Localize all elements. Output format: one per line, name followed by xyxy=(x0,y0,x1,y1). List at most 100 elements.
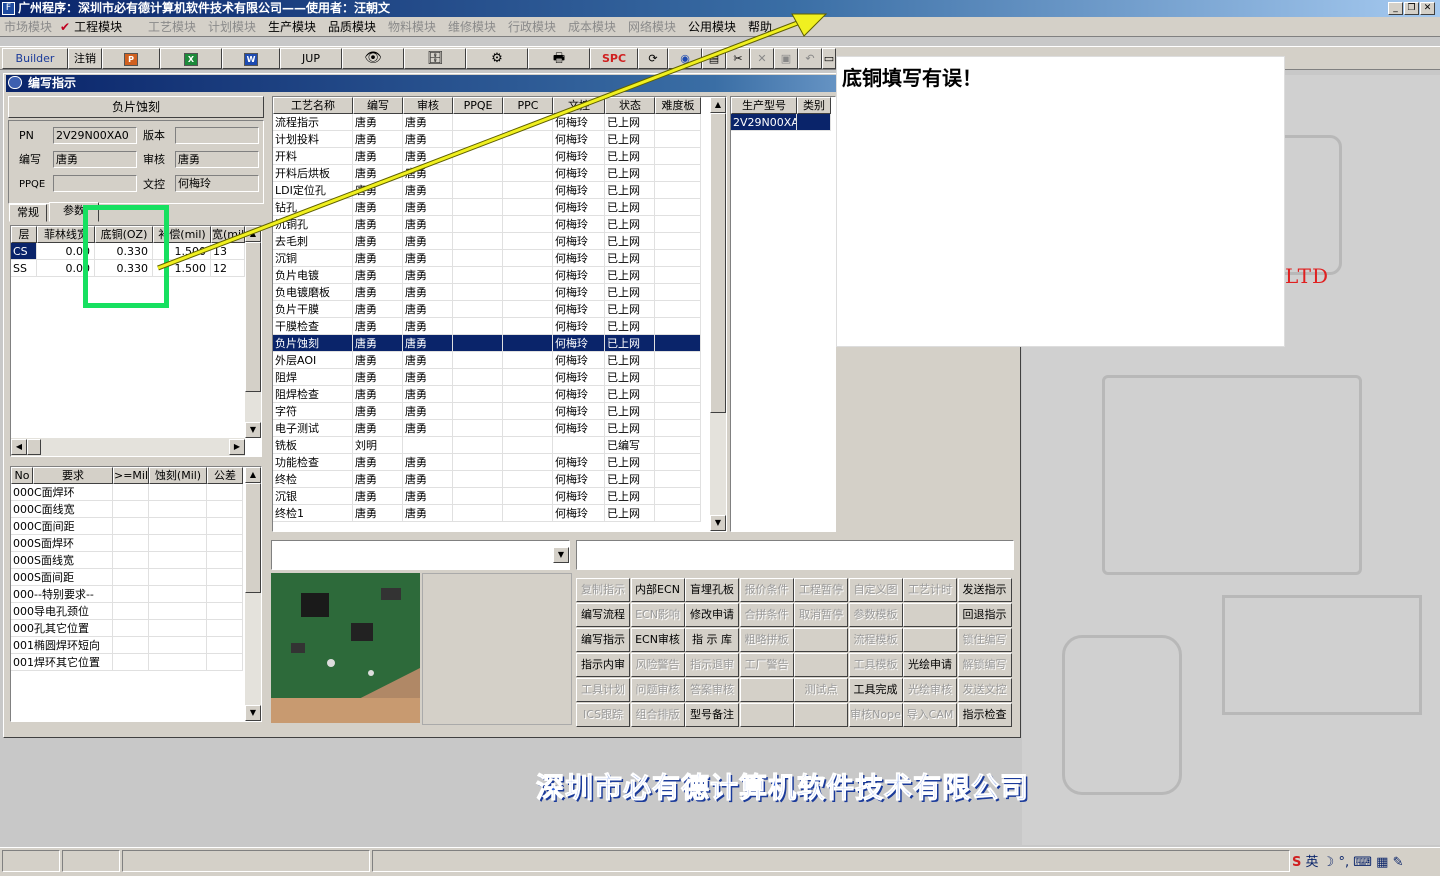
action-button-2-2[interactable]: 指 示 库 xyxy=(685,628,739,652)
grid-header-1[interactable]: 编写 xyxy=(353,97,403,114)
close-button[interactable]: ✕ xyxy=(1420,2,1435,15)
table-row[interactable]: 铣板 刘明 已编写 xyxy=(273,437,701,454)
menu-item-4[interactable]: 生产模块 xyxy=(268,19,316,35)
table-row[interactable]: 001焊环其它位置 xyxy=(11,654,243,671)
pn-field[interactable]: 2V29N00XA0 xyxy=(53,127,137,144)
action-button-4-4[interactable]: 测试点 xyxy=(794,678,848,702)
scroll-down-button[interactable]: ▼ xyxy=(245,422,261,438)
grid-header-2[interactable]: >=Mil xyxy=(113,467,149,484)
action-button-0-6[interactable]: 工艺计时 xyxy=(903,578,957,602)
action-button-3-2[interactable]: 指示退审 xyxy=(685,653,739,677)
action-button-2-5[interactable]: 流程模板 xyxy=(848,628,903,652)
table-row[interactable]: 000C面间距 xyxy=(11,518,243,535)
scroll-thumb[interactable] xyxy=(710,113,726,413)
action-button-4-1[interactable]: 问题审核 xyxy=(630,678,685,702)
grid-header-4[interactable]: 宽(mil) xyxy=(211,226,245,243)
table-row[interactable]: 000孔其它位置 xyxy=(11,620,243,637)
action-button-4-7[interactable]: 发送文控 xyxy=(957,678,1012,702)
table-row[interactable]: 终检1 唐勇 唐勇 何梅玲 已上网 xyxy=(273,505,701,522)
word-button[interactable]: W xyxy=(222,48,280,69)
menu-item-5[interactable]: 品质模块 xyxy=(328,19,376,35)
grid-header-3[interactable]: 蚀刻(Mil) xyxy=(149,467,207,484)
action-button-5-3[interactable] xyxy=(739,703,794,727)
vertical-scrollbar[interactable]: ▲ ▼ xyxy=(245,467,261,721)
scroll-up-button[interactable]: ▲ xyxy=(245,467,261,483)
table-row[interactable]: 000--特别要求-- xyxy=(11,586,243,603)
action-button-1-2[interactable]: 修改申请 xyxy=(685,603,739,627)
note-input[interactable] xyxy=(576,540,1014,570)
vertical-scrollbar[interactable]: ▲ ▼ xyxy=(245,226,261,438)
review-field[interactable]: 唐勇 xyxy=(175,151,259,168)
vertical-scrollbar[interactable]: ▲ ▼ xyxy=(710,97,726,531)
action-button-5-2[interactable]: 型号备注 xyxy=(685,703,739,727)
action-button-0-2[interactable]: 盲埋孔板 xyxy=(685,578,739,602)
table-row[interactable]: 去毛刺 唐勇 唐勇 何梅玲 已上网 xyxy=(273,233,701,250)
menu-item-3[interactable]: 计划模块 xyxy=(208,19,256,35)
action-button-4-3[interactable] xyxy=(739,678,794,702)
action-button-5-0[interactable]: ICS跟踪 xyxy=(576,703,630,727)
action-button-4-0[interactable]: 工具计划 xyxy=(576,678,630,702)
ime-tray[interactable]: S 英 ☽ °, ⌨ ▦ ✎ xyxy=(1292,851,1404,871)
table-row[interactable]: 沉铜 唐勇 唐勇 何梅玲 已上网 xyxy=(273,250,701,267)
action-button-5-6[interactable]: 导入CAM xyxy=(903,703,957,727)
table-row[interactable]: 钻孔 唐勇 唐勇 何梅玲 已上网 xyxy=(273,199,701,216)
grid-header-0[interactable]: No xyxy=(11,467,33,484)
scroll-left-button[interactable]: ◀ xyxy=(11,439,27,455)
action-button-5-1[interactable]: 组合排版 xyxy=(630,703,685,727)
tab-general[interactable]: 常规 xyxy=(9,204,47,222)
action-button-2-7[interactable]: 锁住编写 xyxy=(957,628,1012,652)
action-button-3-4[interactable] xyxy=(794,653,848,677)
table-row[interactable]: 干膜检查 唐勇 唐勇 何梅玲 已上网 xyxy=(273,318,701,335)
grid-header-0[interactable]: 工艺名称 xyxy=(273,97,353,114)
scroll-thumb[interactable] xyxy=(245,483,261,593)
menu-item-9[interactable]: 成本模块 xyxy=(568,19,616,35)
action-button-4-2[interactable]: 答案审核 xyxy=(685,678,739,702)
table-row[interactable]: 负电镀磨板 唐勇 唐勇 何梅玲 已上网 xyxy=(273,284,701,301)
action-button-1-7[interactable]: 回退指示 xyxy=(957,603,1012,627)
table-row[interactable]: 000C面线宽 xyxy=(11,501,243,518)
undo-button[interactable]: ↶ xyxy=(798,48,822,69)
copy-button[interactable]: ▭ xyxy=(822,48,836,69)
spc-button[interactable]: SPC xyxy=(590,48,638,69)
ppqe-field[interactable] xyxy=(53,175,137,192)
action-button-2-4[interactable] xyxy=(794,628,848,652)
table-row[interactable]: 流程指示 唐勇 唐勇 何梅玲 已上网 xyxy=(273,114,701,131)
table-row[interactable]: 字符 唐勇 唐勇 何梅玲 已上网 xyxy=(273,403,701,420)
combo-dropdown-button[interactable]: ▼ xyxy=(553,547,569,563)
table-row[interactable]: 2V29N00XA0 xyxy=(731,114,831,131)
table-row[interactable]: 000S面间距 xyxy=(11,569,243,586)
action-button-2-1[interactable]: ECN审核 xyxy=(630,628,685,652)
grid-header-4[interactable]: PPC xyxy=(503,97,553,114)
action-button-3-5[interactable]: 工具模板 xyxy=(848,653,903,677)
document-button[interactable]: ▤ xyxy=(702,48,726,69)
action-button-5-7[interactable]: 指示检查 xyxy=(957,703,1012,727)
grid-header-0[interactable]: 生产型号 xyxy=(731,97,797,114)
table-row[interactable]: 负片电镀 唐勇 唐勇 何梅玲 已上网 xyxy=(273,267,701,284)
action-button-2-6[interactable] xyxy=(903,628,957,652)
menu-item-10[interactable]: 网络模块 xyxy=(628,19,676,35)
table-row[interactable]: 阻焊检查 唐勇 唐勇 何梅玲 已上网 xyxy=(273,386,701,403)
table-row[interactable]: LDI定位孔 唐勇 唐勇 何梅玲 已上网 xyxy=(273,182,701,199)
table-row[interactable]: 负片干膜 唐勇 唐勇 何梅玲 已上网 xyxy=(273,301,701,318)
menu-item-6[interactable]: 物料模块 xyxy=(388,19,436,35)
menu-item-1[interactable]: ✔ 工程模块 xyxy=(60,19,122,35)
menu-item-2[interactable]: 工艺模块 xyxy=(148,19,196,35)
action-button-1-3[interactable]: 合拼条件 xyxy=(739,603,794,627)
action-button-5-4[interactable] xyxy=(794,703,848,727)
grid-header-6[interactable]: 状态 xyxy=(605,97,655,114)
grid-header-2[interactable]: 审核 xyxy=(403,97,453,114)
grid-header-1[interactable]: 要求 xyxy=(33,467,113,484)
table-row[interactable]: 000S面焊环 xyxy=(11,535,243,552)
action-button-0-4[interactable]: 工程暂停 xyxy=(794,578,848,602)
table-row[interactable]: 沉铜孔 唐勇 唐勇 何梅玲 已上网 xyxy=(273,216,701,233)
app-icon[interactable]: F xyxy=(2,2,15,15)
logout-button[interactable]: 注销 xyxy=(68,48,102,69)
horizontal-scrollbar[interactable]: ◀ ▶ xyxy=(11,438,245,456)
refresh-button[interactable]: ⟳ xyxy=(638,48,668,69)
scroll-right-button[interactable]: ▶ xyxy=(229,439,245,455)
scroll-down-button[interactable]: ▼ xyxy=(245,705,261,721)
grid-header-1[interactable]: 类别 xyxy=(797,97,831,114)
version-field[interactable] xyxy=(175,127,259,144)
action-button-5-5[interactable]: 审核Nope xyxy=(848,703,903,727)
table-row[interactable]: 电子测试 唐勇 唐勇 何梅玲 已上网 xyxy=(273,420,701,437)
